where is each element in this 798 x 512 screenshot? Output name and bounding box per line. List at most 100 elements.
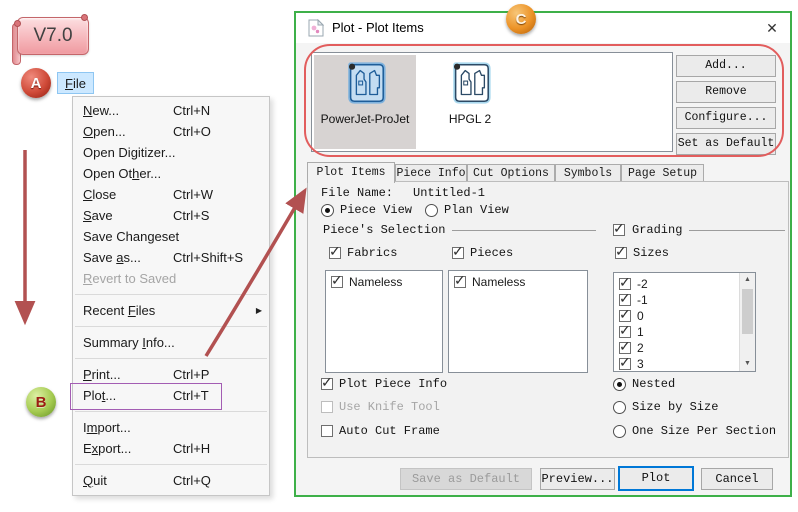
option-one-size-per-section[interactable]: One Size Per Section (613, 424, 776, 438)
item-checkbox[interactable] (619, 326, 631, 338)
configure-button[interactable]: Configure... (676, 107, 776, 129)
preview-button[interactable]: Preview... (540, 468, 615, 490)
menu-item-import[interactable]: Import... (73, 417, 269, 438)
menu-item-export[interactable]: Export...Ctrl+H (73, 438, 269, 459)
size-item-1[interactable]: 1 (617, 324, 736, 340)
menu-item-quit[interactable]: QuitCtrl+Q (73, 470, 269, 491)
item-checkbox[interactable] (619, 278, 631, 290)
item-checkbox[interactable] (454, 276, 466, 288)
option-plot-piece-info[interactable]: Plot Piece Info (321, 377, 447, 391)
plotter-icon (447, 60, 493, 106)
radio-label: One Size Per Section (632, 424, 776, 438)
scroll-up-icon[interactable]: ▲ (740, 273, 755, 287)
size-item-2[interactable]: 2 (617, 340, 736, 356)
tab-page-setup[interactable]: Page Setup (621, 164, 704, 182)
plot-items-tab-page: File Name: Untitled-1 Piece View Plan Vie… (307, 181, 789, 458)
nested-radio[interactable] (613, 378, 626, 391)
dialog-titlebar[interactable]: Plot - Plot Items ✕ (296, 13, 790, 43)
piece-view-radio[interactable] (321, 204, 334, 217)
set-as-default-button[interactable]: Set as Default (676, 133, 776, 155)
menu-item-shortcut: Ctrl+Shift+S (173, 247, 243, 268)
menu-item-save[interactable]: SaveCtrl+S (73, 205, 269, 226)
menu-item-label: Plot... (83, 385, 116, 406)
option-size-by-size[interactable]: Size by Size (613, 400, 718, 414)
tab-symbols[interactable]: Symbols (555, 164, 621, 182)
view-option-plan-view[interactable]: Plan View (425, 203, 509, 217)
piece-item-nameless[interactable]: Nameless (452, 274, 584, 290)
menu-item-plot[interactable]: Plot...Ctrl+T (73, 385, 269, 406)
printer-name: PowerJet-ProJet (314, 112, 416, 126)
plot-piece-info-checkbox[interactable] (321, 378, 333, 390)
menu-item-label: Print... (83, 364, 121, 385)
size-item-0[interactable]: 0 (617, 308, 736, 324)
pieces-checkbox[interactable] (452, 247, 464, 259)
size-item-2[interactable]: -2 (617, 276, 736, 292)
checkbox-label: Fabrics (347, 246, 397, 260)
size-item-3[interactable]: 3 (617, 356, 736, 372)
tab-plot-items[interactable]: Plot Items (307, 162, 395, 183)
menu-item-save-as[interactable]: Save as...Ctrl+Shift+S (73, 247, 269, 268)
one-size-per-section-radio[interactable] (613, 425, 626, 438)
plan-view-radio[interactable] (425, 204, 438, 217)
sizes-scrollbar[interactable]: ▲ ▼ (739, 273, 755, 371)
menu-item-summary-info[interactable]: Summary Info... (73, 332, 269, 353)
close-icon[interactable]: ✕ (761, 17, 783, 39)
menu-item-label: New... (83, 100, 119, 121)
use-knife-tool-checkbox (321, 401, 333, 413)
view-option-piece-view[interactable]: Piece View (321, 203, 412, 217)
option-nested[interactable]: Nested (613, 377, 675, 391)
menu-item-revert-to-saved[interactable]: Revert to Saved (73, 268, 269, 289)
menu-item-save-changeset[interactable]: Save Changeset (73, 226, 269, 247)
item-checkbox[interactable] (619, 342, 631, 354)
scrollbar-thumb[interactable] (742, 289, 753, 334)
menu-item-shortcut: Ctrl+N (173, 100, 210, 121)
item-checkbox[interactable] (619, 310, 631, 322)
sizes-list: ▲ ▼ -2-10123 (613, 272, 756, 372)
checkbox-label: Pieces (470, 246, 513, 260)
menu-item-open-digitizer[interactable]: Open Digitizer... (73, 142, 269, 163)
printer-item-hpgl-2[interactable]: HPGL 2 (420, 55, 520, 149)
file-menu-button[interactable]: File (57, 72, 94, 94)
radio-label: Plan View (444, 203, 509, 217)
cancel-button[interactable]: Cancel (701, 468, 773, 490)
menu-item-print[interactable]: Print...Ctrl+P (73, 364, 269, 385)
remove-button[interactable]: Remove (676, 81, 776, 103)
file-name-value: Untitled-1 (413, 186, 485, 200)
piece-selection-group: Piece's Selection (323, 223, 596, 237)
menu-item-recent-files[interactable]: Recent Files▶ (73, 300, 269, 321)
checkbox-label: Use Knife Tool (339, 400, 440, 414)
item-checkbox[interactable] (619, 358, 631, 370)
menu-item-open[interactable]: Open...Ctrl+O (73, 121, 269, 142)
file-menu-label: File (65, 76, 86, 91)
grading-group: Grading (613, 223, 785, 237)
option-use-knife-tool[interactable]: Use Knife Tool (321, 400, 440, 414)
menu-item-label: Recent Files (83, 300, 155, 321)
tab-cut-options[interactable]: Cut Options (467, 164, 555, 182)
size-item-1[interactable]: -1 (617, 292, 736, 308)
item-checkbox[interactable] (619, 294, 631, 306)
item-checkbox[interactable] (331, 276, 343, 288)
grading-checkbox[interactable] (613, 224, 625, 236)
menu-item-new[interactable]: New... Ctrl+N (73, 100, 269, 121)
menu-separator (75, 411, 267, 412)
add-button[interactable]: Add... (676, 55, 776, 77)
item-label: 3 (637, 357, 644, 371)
fabrics-checkbox[interactable] (329, 247, 341, 259)
option-auto-cut-frame[interactable]: Auto Cut Frame (321, 424, 440, 438)
fabric-item-nameless[interactable]: Nameless (329, 274, 439, 290)
printer-item-powerjet-projet[interactable]: PowerJet-ProJet (314, 55, 416, 149)
file-name-row: File Name: Untitled-1 (321, 186, 485, 200)
plot-button[interactable]: Plot (618, 466, 694, 491)
auto-cut-frame-checkbox[interactable] (321, 425, 333, 437)
menu-item-close[interactable]: CloseCtrl+W (73, 184, 269, 205)
scroll-down-icon[interactable]: ▼ (740, 357, 755, 371)
tab-piece-info[interactable]: Piece Info (395, 164, 467, 182)
radio-label: Size by Size (632, 400, 718, 414)
menu-separator (75, 358, 267, 359)
size-by-size-radio[interactable] (613, 401, 626, 414)
item-label: Nameless (472, 275, 525, 289)
sizes-checkbox[interactable] (615, 247, 627, 259)
menu-item-open-other[interactable]: Open Other... (73, 163, 269, 184)
pieces-checkbox-row: Pieces (452, 246, 513, 260)
save-as-default-button: Save as Default (400, 468, 532, 490)
